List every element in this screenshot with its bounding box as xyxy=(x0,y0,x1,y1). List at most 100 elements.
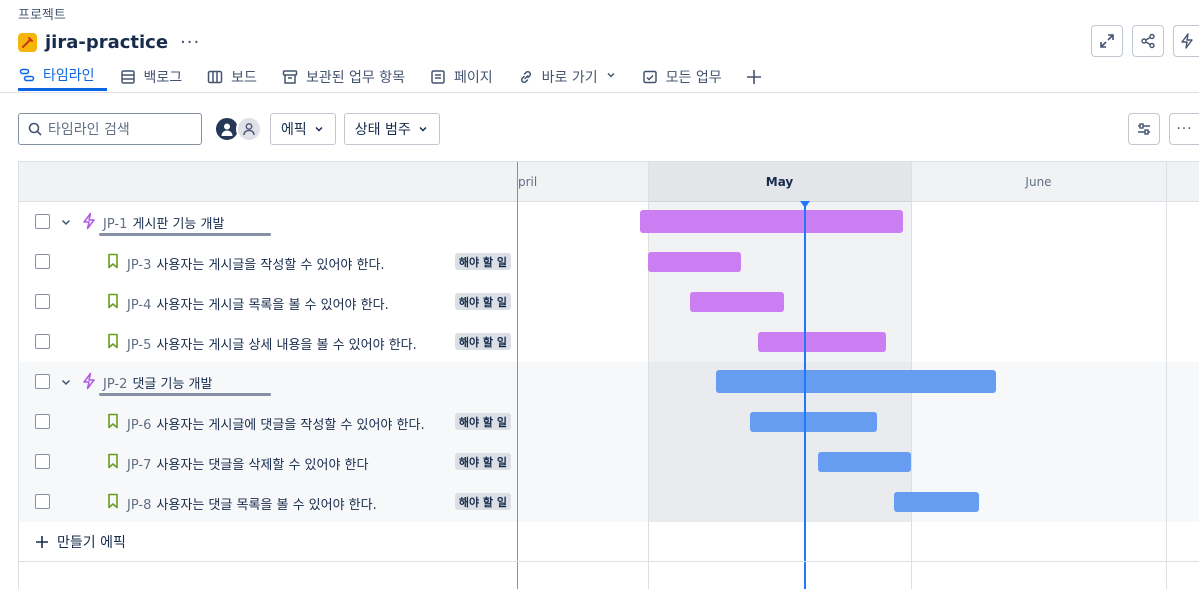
table-row[interactable]: JP-3 사용자는 게시글을 작성할 수 있어야 한다. 해야 할 일 xyxy=(19,242,1199,282)
issue-key: JP-5 xyxy=(127,338,152,353)
project-avatar-icon xyxy=(18,32,37,52)
epic-timeline-bar[interactable] xyxy=(639,210,903,233)
unassigned-avatar[interactable] xyxy=(236,116,262,142)
epic-filter-label: 에픽 xyxy=(281,122,307,138)
row-checkbox[interactable] xyxy=(35,214,50,229)
story-bookmark-icon xyxy=(107,293,119,313)
status-category-dropdown[interactable]: 상태 범주 xyxy=(343,113,440,145)
issue-cell: JP-4 사용자는 게시글 목록을 볼 수 있어야 한다. 해야 할 일 xyxy=(19,282,517,322)
month-label-april: pril xyxy=(518,175,538,189)
tab-label: 바로 가기 xyxy=(541,69,598,86)
status-badge[interactable]: 해야 할 일 xyxy=(454,413,511,430)
expand-icon xyxy=(1100,34,1114,48)
issue-summary: 사용자는 게시글 목록을 볼 수 있어야 한다. xyxy=(156,298,389,313)
tab-board[interactable]: 보드 xyxy=(206,62,269,91)
tab-label: 백로그 xyxy=(143,69,183,86)
story-link[interactable]: JP-3 사용자는 게시글을 작성할 수 있어야 한다. xyxy=(127,254,385,273)
status-badge[interactable]: 해야 할 일 xyxy=(454,333,511,350)
table-row[interactable]: JP-6 사용자는 게시글에 댓글을 작성할 수 있어야 한다. 해야 할 일 xyxy=(19,402,1199,442)
tab-shortcuts[interactable]: 바로 가기 xyxy=(517,62,629,91)
month-label-june: June xyxy=(1025,175,1052,189)
issue-key: JP-8 xyxy=(127,498,152,513)
issue-summary: 사용자는 게시글에 댓글을 작성할 수 있어야 한다. xyxy=(156,418,425,433)
row-checkbox[interactable] xyxy=(35,334,50,349)
share-button[interactable] xyxy=(1132,25,1164,57)
plus-icon xyxy=(36,536,48,548)
issue-summary: 게시판 기능 개발 xyxy=(132,217,225,232)
epic-row[interactable]: JP-2 댓글 기능 개발 xyxy=(19,362,1199,402)
issue-summary: 사용자는 게시글 상세 내용을 볼 수 있어야 한다. xyxy=(156,338,417,353)
issue-cell: JP-5 사용자는 게시글 상세 내용을 볼 수 있어야 한다. 해야 할 일 xyxy=(19,322,517,362)
story-link[interactable]: JP-4 사용자는 게시글 목록을 볼 수 있어야 한다. xyxy=(127,294,389,313)
search-placeholder: 타임라인 검색 xyxy=(48,122,130,138)
story-timeline-bar[interactable] xyxy=(817,452,911,472)
create-epic-button[interactable]: 만들기 에픽 xyxy=(35,530,126,554)
epic-filter-dropdown[interactable]: 에픽 xyxy=(270,113,336,145)
expand-chevron-icon[interactable] xyxy=(59,373,73,391)
table-row[interactable]: JP-4 사용자는 게시글 목록을 볼 수 있어야 한다. 해야 할 일 xyxy=(19,282,1199,322)
timeline-icon xyxy=(18,66,36,84)
create-epic-label: 만들기 에픽 xyxy=(57,535,126,551)
timeline-search-input[interactable]: 타임라인 검색 xyxy=(18,113,202,145)
tab-timeline[interactable]: 타임라인 xyxy=(18,62,107,91)
story-timeline-bar[interactable] xyxy=(749,412,878,432)
search-icon xyxy=(28,122,42,136)
view-settings-button[interactable] xyxy=(1128,113,1160,145)
add-tab-button[interactable] xyxy=(746,62,762,91)
epic-row[interactable]: JP-1 게시판 기능 개발 xyxy=(19,202,1199,242)
epic-timeline-bar[interactable] xyxy=(715,370,996,393)
more-actions-button[interactable]: ··· xyxy=(1169,113,1199,145)
story-link[interactable]: JP-8 사용자는 댓글 목록을 볼 수 있어야 한다. xyxy=(127,494,377,513)
breadcrumb[interactable]: 프로젝트 xyxy=(18,4,66,23)
tab-all-work[interactable]: 모든 업무 xyxy=(641,62,734,91)
issue-summary: 사용자는 댓글 목록을 볼 수 있어야 한다. xyxy=(156,498,377,513)
status-badge[interactable]: 해야 할 일 xyxy=(454,453,511,470)
more-icon: ··· xyxy=(1176,121,1193,137)
row-checkbox[interactable] xyxy=(35,374,50,389)
status-badge[interactable]: 해야 할 일 xyxy=(454,253,511,270)
row-checkbox[interactable] xyxy=(35,414,50,429)
table-row[interactable]: JP-5 사용자는 게시글 상세 내용을 볼 수 있어야 한다. 해야 할 일 xyxy=(19,322,1199,362)
expand-chevron-icon[interactable] xyxy=(59,213,73,231)
all-work-icon xyxy=(641,68,659,86)
row-checkbox[interactable] xyxy=(35,254,50,269)
row-checkbox[interactable] xyxy=(35,494,50,509)
status-badge[interactable]: 해야 할 일 xyxy=(454,493,511,510)
table-row[interactable]: JP-8 사용자는 댓글 목록을 볼 수 있어야 한다. 해야 할 일 xyxy=(19,482,1199,522)
link-icon xyxy=(517,68,535,86)
backlog-icon xyxy=(119,68,137,86)
project-more-button[interactable]: ··· xyxy=(180,32,200,53)
user-icon xyxy=(221,123,233,136)
today-marker-icon xyxy=(800,201,810,208)
story-bookmark-icon xyxy=(107,493,119,513)
story-timeline-bar[interactable] xyxy=(648,252,742,272)
tab-label: 모든 업무 xyxy=(665,69,722,86)
timeline-grid: JP-1 게시판 기능 개발 JP-3 사용자는 게시글을 작성할 수 있어야 한… xyxy=(18,161,1199,589)
tab-label: 타임라인 xyxy=(43,68,95,84)
story-timeline-bar[interactable] xyxy=(690,292,784,312)
table-row[interactable]: JP-7 사용자는 댓글을 삭제할 수 있어야 한다 해야 할 일 xyxy=(19,442,1199,482)
story-link[interactable]: JP-5 사용자는 게시글 상세 내용을 볼 수 있어야 한다. xyxy=(127,334,417,353)
epic-link[interactable]: JP-2 댓글 기능 개발 xyxy=(103,373,212,392)
list-panel-divider[interactable] xyxy=(517,162,518,589)
story-link[interactable]: JP-7 사용자는 댓글을 삭제할 수 있어야 한다 xyxy=(127,454,368,473)
epic-icon xyxy=(81,372,97,394)
share-icon xyxy=(1141,33,1155,49)
issue-key: JP-7 xyxy=(127,458,152,473)
story-link[interactable]: JP-6 사용자는 게시글에 댓글을 작성할 수 있어야 한다. xyxy=(127,414,425,433)
tab-archived[interactable]: 보관된 업무 항목 xyxy=(281,62,417,91)
month-separator xyxy=(1166,162,1167,589)
story-timeline-bar[interactable] xyxy=(894,492,979,512)
automation-button[interactable] xyxy=(1173,25,1199,57)
grid-bottom-line xyxy=(19,561,1199,562)
row-checkbox[interactable] xyxy=(35,294,50,309)
row-checkbox[interactable] xyxy=(35,454,50,469)
story-timeline-bar[interactable] xyxy=(758,332,886,352)
issue-cell: JP-6 사용자는 게시글에 댓글을 작성할 수 있어야 한다. 해야 할 일 xyxy=(19,402,517,442)
fullscreen-button[interactable] xyxy=(1091,25,1123,57)
epic-link[interactable]: JP-1 게시판 기능 개발 xyxy=(103,213,224,232)
tab-pages[interactable]: 페이지 xyxy=(429,62,505,91)
tab-backlog[interactable]: 백로그 xyxy=(119,62,195,91)
status-filter-label: 상태 범주 xyxy=(354,122,411,138)
status-badge[interactable]: 해야 할 일 xyxy=(454,293,511,310)
